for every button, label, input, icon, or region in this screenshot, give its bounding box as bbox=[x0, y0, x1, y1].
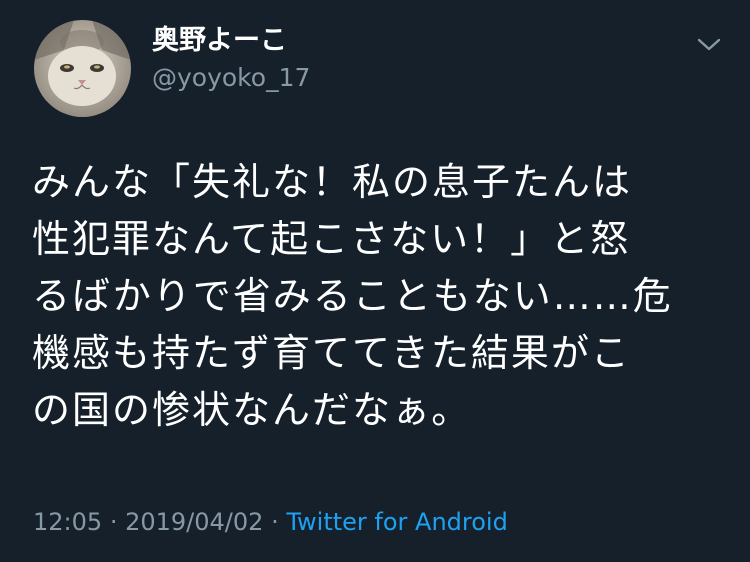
chevron-down-icon bbox=[697, 38, 721, 51]
tweet-text: みんな「失礼な！私の息子たんは 性犯罪なんて起こさない！」と怒 るばかりで省みる… bbox=[32, 160, 673, 432]
avatar[interactable] bbox=[34, 20, 131, 117]
meta-separator: · bbox=[109, 508, 118, 536]
tweet-menu-button[interactable] bbox=[692, 30, 726, 60]
tweet: 奥野よーこ @yoyoko_17 みんな「失礼な！私の息子たんは 性犯罪なんて起… bbox=[0, 0, 750, 562]
cat-avatar-icon bbox=[34, 20, 131, 117]
author-block: 奥野よーこ @yoyoko_17 bbox=[152, 24, 310, 94]
tweet-date[interactable]: 2019/04/02 bbox=[125, 508, 263, 536]
meta-separator: · bbox=[271, 508, 279, 536]
tweet-source-link[interactable]: Twitter for Android bbox=[286, 508, 507, 536]
tweet-metadata: 12:05 · 2019/04/02 · Twitter for Android bbox=[33, 506, 508, 538]
tweet-time[interactable]: 12:05 bbox=[33, 508, 102, 536]
display-name[interactable]: 奥野よーこ bbox=[152, 24, 310, 58]
username-handle[interactable]: @yoyoko_17 bbox=[152, 62, 310, 94]
